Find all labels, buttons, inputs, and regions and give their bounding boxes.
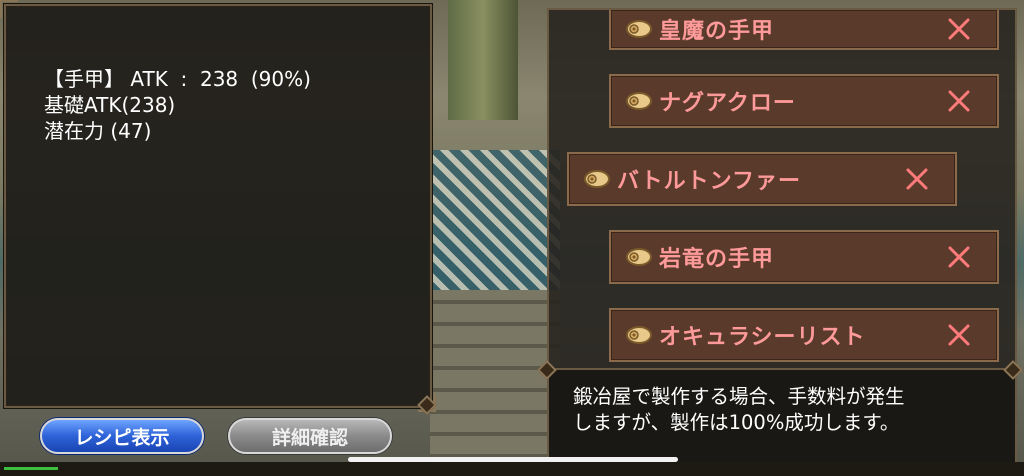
list-item-label: 皇魔の手甲 bbox=[659, 19, 775, 44]
description-panel: 鍛冶屋で製作する場合、手数料が発生 しますが、製作は100%成功します。 bbox=[547, 368, 1017, 470]
close-icon[interactable] bbox=[939, 10, 979, 49]
close-icon[interactable] bbox=[897, 159, 937, 199]
scroll-icon bbox=[625, 18, 653, 40]
stat-lines: 【手甲】 ATK : 238 (90%) 基礎ATK(238) 潜在力 (47) bbox=[44, 66, 311, 144]
list-item[interactable]: 岩竜の手甲 bbox=[609, 230, 999, 284]
background-tile-floor bbox=[430, 150, 560, 290]
background-steps bbox=[430, 290, 560, 476]
scroll-icon bbox=[583, 168, 611, 190]
list-item-label: ナグアクロー bbox=[659, 91, 796, 116]
close-icon[interactable] bbox=[939, 81, 979, 121]
list-item[interactable]: ナグアクロー bbox=[609, 74, 999, 128]
progress-indicator bbox=[4, 467, 58, 470]
list-item-label: オキュラシーリスト bbox=[659, 325, 866, 350]
scroll-icon bbox=[625, 324, 653, 346]
scroll-icon bbox=[625, 246, 653, 268]
background-pillar bbox=[448, 0, 518, 120]
list-item-label: 岩竜の手甲 bbox=[659, 247, 775, 272]
recipe-list-panel[interactable]: 皇魔の手甲 ナグアクロー バトルトンファー 岩竜の手甲 オキュラシーリスト bbox=[547, 8, 1017, 370]
description-text: 鍛冶屋で製作する場合、手数料が発生 しますが、製作は100%成功します。 bbox=[573, 384, 1003, 436]
description-line: しますが、製作は100%成功します。 bbox=[573, 411, 900, 434]
stat-line-potential: 潜在力 (47) bbox=[44, 119, 152, 143]
show-recipe-button[interactable]: レシピ表示 bbox=[40, 418, 204, 454]
detail-check-button[interactable]: 詳細確認 bbox=[228, 418, 392, 454]
close-icon[interactable] bbox=[939, 237, 979, 277]
bottom-bar bbox=[0, 462, 1024, 476]
list-item-label: バトルトンファー bbox=[617, 169, 802, 194]
close-icon[interactable] bbox=[939, 315, 979, 355]
scroll-icon bbox=[625, 90, 653, 112]
home-indicator[interactable] bbox=[348, 457, 678, 462]
equipment-info-panel: 【手甲】 ATK : 238 (90%) 基礎ATK(238) 潜在力 (47) bbox=[0, 0, 436, 412]
list-item[interactable]: オキュラシーリスト bbox=[609, 308, 999, 362]
list-item[interactable]: 皇魔の手甲 bbox=[609, 10, 999, 50]
stat-line-atk: 【手甲】 ATK : 238 (90%) bbox=[44, 67, 311, 91]
stat-line-base-atk: 基礎ATK(238) bbox=[44, 93, 176, 117]
list-item-selected[interactable]: バトルトンファー bbox=[567, 152, 957, 206]
description-line: 鍛冶屋で製作する場合、手数料が発生 bbox=[573, 385, 905, 408]
